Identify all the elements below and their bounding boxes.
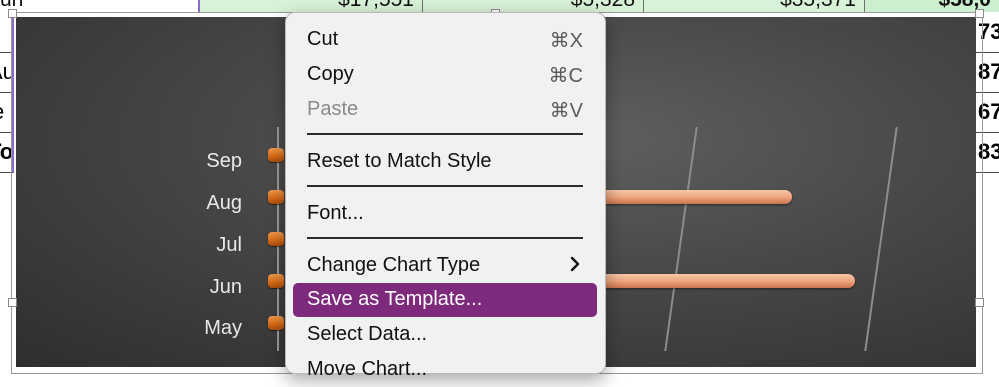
menu-item-save-as-template[interactable]: Save as Template... (293, 283, 597, 317)
bar-jun (268, 274, 284, 288)
menu-separator (307, 185, 583, 187)
cell-value[interactable]: $5,328 (423, 0, 644, 12)
menu-item-select-data[interactable]: Select Data... (293, 318, 597, 352)
shortcut-label: ⌘V (549, 100, 583, 122)
resize-handle[interactable] (975, 298, 984, 307)
cell-total-label[interactable]: To (0, 132, 14, 173)
right-column-stubs: 73 87 67 83 (976, 12, 999, 173)
cell-month[interactable]: Au (0, 52, 14, 93)
resize-handle[interactable] (8, 298, 17, 307)
resize-handle[interactable] (8, 9, 17, 18)
gridline (864, 127, 898, 351)
bar-aug (268, 190, 284, 204)
shortcut-label: ⌘X (549, 30, 583, 52)
menu-item-reset-to-match-style[interactable]: Reset to Match Style (293, 145, 597, 179)
resize-handle[interactable] (975, 9, 984, 18)
cell-value[interactable]: $17,551 (200, 0, 423, 12)
cell-month[interactable]: un (0, 0, 200, 12)
menu-item-copy[interactable]: Copy ⌘C (293, 58, 597, 92)
category-label: Jul (216, 234, 242, 256)
menu-separator (307, 133, 583, 135)
cell-total[interactable]: 73 (976, 12, 999, 53)
menu-item-font[interactable]: Font... (293, 197, 597, 231)
cell-value[interactable]: $35,371 (644, 0, 865, 12)
cell-total[interactable]: 83 (976, 132, 999, 173)
left-column-stubs: u Au e To (0, 12, 14, 173)
menu-separator (307, 237, 583, 239)
cell-month[interactable]: e (0, 92, 14, 133)
bar-may (268, 316, 284, 330)
menu-item-cut[interactable]: Cut ⌘X (293, 23, 597, 57)
shortcut-label: ⌘C (548, 65, 583, 87)
bar-aug-fill (596, 190, 792, 204)
category-label: Sep (206, 150, 242, 172)
bar-sep (268, 148, 284, 162)
category-label: Aug (206, 192, 242, 214)
category-label: Jun (209, 276, 242, 298)
context-menu: Cut ⌘X Copy ⌘C Paste ⌘V Reset to Match S… (285, 12, 606, 380)
bar-jul (268, 232, 284, 246)
cell-total[interactable]: 67 (976, 92, 999, 133)
menu-item-paste: Paste ⌘V (307, 98, 583, 122)
category-label: May (204, 317, 242, 339)
bar-jun-fill (596, 274, 855, 288)
cell-total[interactable]: 87 (976, 52, 999, 93)
chevron-right-icon (569, 255, 581, 279)
menu-item-change-chart-type[interactable]: Change Chart Type (293, 249, 597, 283)
menu-item-move-chart[interactable]: Move Chart... (293, 353, 597, 387)
gridline (664, 127, 698, 351)
cell-month[interactable]: u (0, 12, 14, 53)
